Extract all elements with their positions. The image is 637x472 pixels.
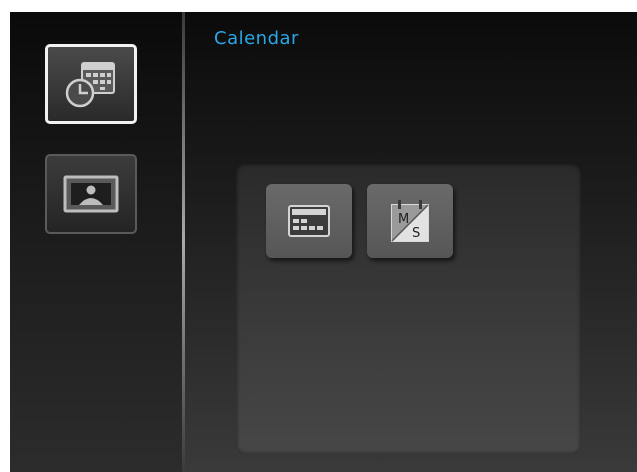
page-title: Calendar	[214, 28, 299, 49]
calendar-ms-icon: M S	[388, 197, 432, 245]
apps-panel: M S	[236, 164, 581, 454]
calendar-ms-glyph-top: M	[398, 212, 409, 227]
sidebar	[10, 12, 182, 472]
month-calendar-button[interactable]	[266, 184, 352, 258]
photo-icon	[62, 174, 120, 214]
sidebar-divider	[182, 12, 185, 472]
sidebar-item-photo[interactable]	[45, 154, 137, 234]
device-screen: Calendar M S	[10, 12, 637, 472]
calendar-clock-icon	[62, 59, 120, 109]
month-calendar-icon	[287, 204, 331, 238]
calendar-ms-button[interactable]: M S	[367, 184, 453, 258]
sidebar-item-calendar[interactable]	[45, 44, 137, 124]
calendar-ms-glyph-bottom: S	[412, 226, 420, 241]
